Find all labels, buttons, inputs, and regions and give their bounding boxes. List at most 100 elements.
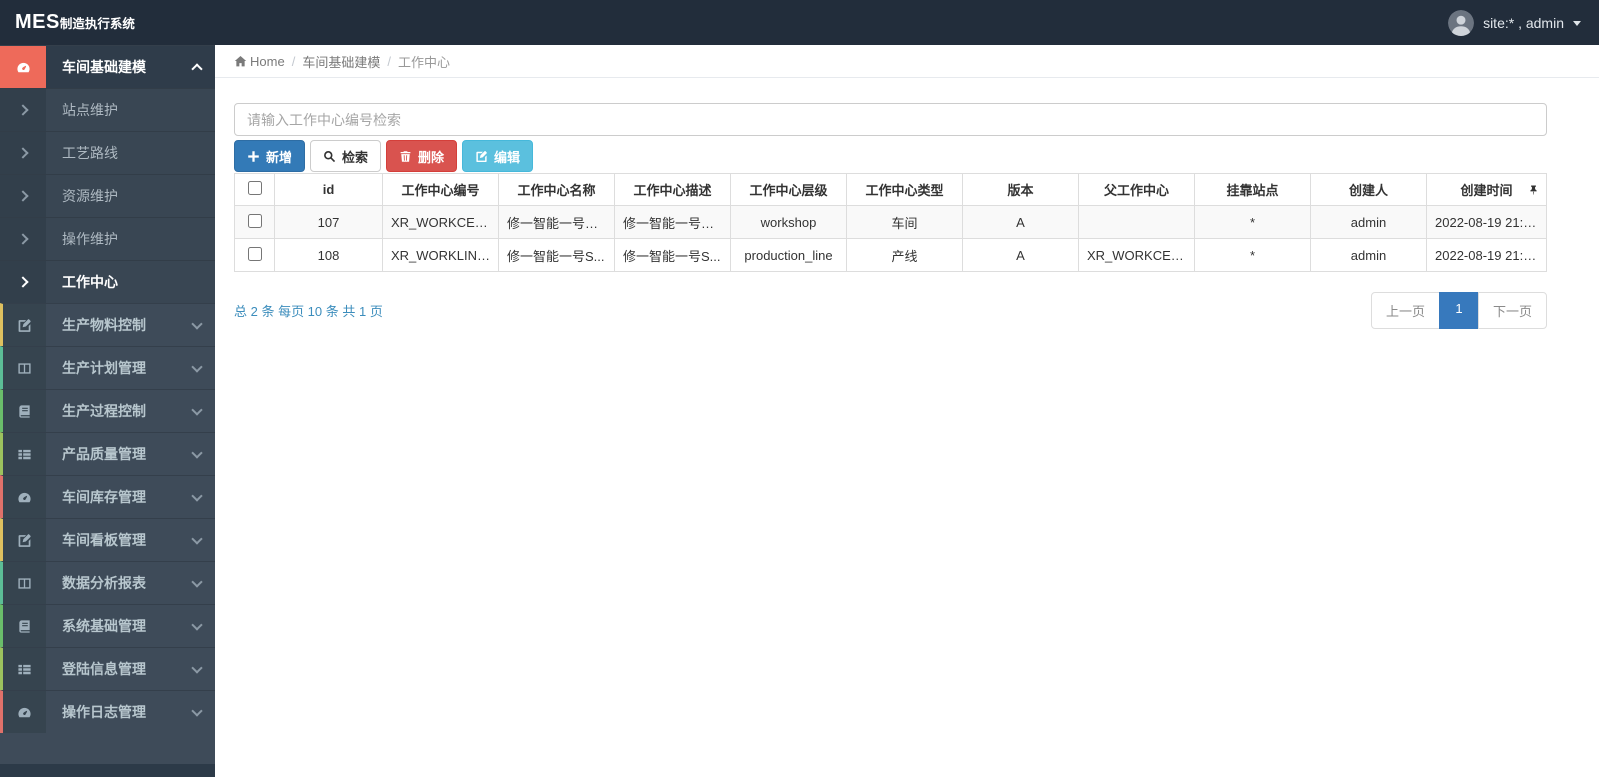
add-button-label: 新增: [266, 149, 293, 165]
page-1-button[interactable]: 1: [1438, 292, 1479, 329]
pagination-summary[interactable]: 总 2 条 每页 10 条 共 1 页: [234, 301, 383, 320]
gauge-icon: [0, 46, 46, 88]
columns-icon: [3, 562, 46, 604]
chevron-down-icon: [191, 532, 203, 545]
cell: workshop: [730, 205, 847, 239]
col-header-version[interactable]: 版本: [962, 173, 1079, 206]
sidebar-item-production-process-control[interactable]: 生产过程控制: [0, 389, 215, 432]
sidebar-item-login-info-management[interactable]: 登陆信息管理: [0, 647, 215, 690]
plus-icon: [248, 150, 259, 162]
col-header-code[interactable]: 工作中心编号: [382, 173, 499, 206]
breadcrumb-separator: /: [291, 53, 296, 69]
workcenter-table: id 工作中心编号 工作中心名称 工作中心描述 工作中心层级 工作中心类型 版本…: [234, 173, 1547, 272]
next-page-button[interactable]: 下一页: [1477, 292, 1547, 329]
search-button[interactable]: 检索: [310, 140, 382, 172]
delete-button[interactable]: 删除: [386, 140, 458, 172]
book-icon: [3, 390, 46, 432]
chevron-down-icon: [191, 704, 203, 717]
sidebar-item-product-quality-management[interactable]: 产品质量管理: [0, 432, 215, 475]
sidebar-subitem-station-maintenance[interactable]: 站点维护: [0, 88, 215, 131]
toolbar: 新增 检索 删除 编辑: [234, 140, 1547, 172]
col-header-created-label: 创建时间: [1460, 183, 1513, 198]
pin-icon: [1530, 185, 1537, 195]
chevron-down-icon: [191, 661, 203, 674]
table-row[interactable]: 108 XR_WORKLINE... 修一智能一号S... 修一智能一号S...…: [234, 238, 1547, 272]
sidebar-item-system-base-management[interactable]: 系统基础管理: [0, 604, 215, 647]
col-header-desc[interactable]: 工作中心描述: [614, 173, 731, 206]
sidebar-item-operation-log-management[interactable]: 操作日志管理: [0, 690, 215, 733]
sidebar-item-label: 登陆信息管理: [62, 661, 146, 677]
avatar: [1448, 9, 1475, 36]
table-row[interactable]: 107 XR_WORKCEN... 修一智能一号车间 修一智能一号车间 work…: [234, 205, 1547, 239]
cell: 修一智能一号S...: [498, 238, 615, 272]
gauge-icon: [3, 476, 46, 518]
row-checkbox[interactable]: [247, 246, 262, 261]
sidebar-item-label: 生产计划管理: [62, 360, 146, 376]
brand-bold: MES: [15, 11, 60, 33]
sidebar-bottom-strip: [0, 764, 215, 777]
pagination-buttons: 上一页 1 下一页: [1370, 292, 1547, 329]
search-input[interactable]: [234, 103, 1547, 136]
search-button-label: 检索: [342, 149, 369, 165]
breadcrumb-current: 工作中心: [397, 54, 450, 70]
col-header-id[interactable]: id: [274, 173, 383, 206]
col-header-level[interactable]: 工作中心层级: [730, 173, 847, 206]
sidebar-item-label: 系统基础管理: [62, 618, 146, 634]
col-header-station[interactable]: 挂靠站点: [1194, 173, 1311, 206]
row-checkbox[interactable]: [247, 213, 262, 228]
chevron-right-icon: [0, 175, 46, 217]
sidebar-item-label: 数据分析报表: [62, 575, 146, 591]
app-window: MES制造执行系统 site:* , admin 车间基础建模 站点维护 工艺路…: [0, 0, 1599, 777]
subitem-label: 站点维护: [62, 102, 118, 118]
edit-button[interactable]: 编辑: [462, 140, 534, 172]
cell: A: [962, 205, 1079, 239]
sidebar-item-label: 生产物料控制: [62, 317, 146, 333]
sidebar-subitem-resource-maintenance[interactable]: 资源维护: [0, 174, 215, 217]
chevron-right-icon: [0, 132, 46, 174]
chevron-right-icon: [0, 89, 46, 131]
col-header-created[interactable]: 创建时间: [1426, 173, 1547, 206]
sidebar-item-workshop-inventory-management[interactable]: 车间库存管理: [0, 475, 215, 518]
chevron-right-icon: [0, 261, 46, 303]
edit-button-label: 编辑: [494, 149, 521, 165]
sidebar-item-label: 操作日志管理: [62, 704, 146, 720]
add-button[interactable]: 新增: [234, 140, 306, 172]
breadcrumb-separator: /: [387, 53, 391, 69]
select-all-checkbox[interactable]: [247, 181, 262, 195]
cell: 车间: [846, 205, 963, 239]
subitem-label: 工艺路线: [62, 145, 118, 161]
col-header-name[interactable]: 工作中心名称: [498, 173, 615, 206]
sidebar-subitem-process-route[interactable]: 工艺路线: [0, 131, 215, 174]
sidebar-item-label: 车间基础建模: [62, 59, 146, 75]
sidebar-item-label: 生产过程控制: [62, 403, 146, 419]
sidebar-subitem-operation-maintenance[interactable]: 操作维护: [0, 217, 215, 260]
sidebar-subitem-work-center[interactable]: 工作中心: [0, 260, 215, 303]
sidebar-item-production-material-control[interactable]: 生产物料控制: [0, 303, 215, 346]
prev-page-button[interactable]: 上一页: [1370, 292, 1440, 329]
search-icon: [324, 150, 336, 162]
cell: 修一智能一号S...: [614, 238, 731, 272]
cell: XR_WORKCEN...: [1078, 238, 1195, 272]
main-content: Home / 车间基础建模 / 工作中心 新增 检索 删除: [215, 45, 1599, 777]
edit-square-icon: [3, 519, 46, 561]
book-icon: [3, 605, 46, 647]
sidebar-item-workshop-base-modeling[interactable]: 车间基础建模: [0, 45, 215, 88]
sidebar-item-data-analysis-reports[interactable]: 数据分析报表: [0, 561, 215, 604]
col-header-parent[interactable]: 父工作中心: [1078, 173, 1195, 206]
sidebar-item-label: 产品质量管理: [62, 446, 146, 462]
chevron-down-icon: [191, 360, 203, 373]
sidebar-item-production-plan-management[interactable]: 生产计划管理: [0, 346, 215, 389]
col-header-type[interactable]: 工作中心类型: [846, 173, 963, 206]
columns-icon: [3, 347, 46, 389]
cell: production_line: [730, 238, 847, 272]
cell: 107: [274, 205, 383, 239]
breadcrumb-section-link[interactable]: 车间基础建模: [302, 52, 380, 71]
col-header-creator[interactable]: 创建人: [1310, 173, 1427, 206]
user-menu[interactable]: site:* , admin: [1430, 0, 1599, 45]
breadcrumb-home-link[interactable]: Home: [234, 54, 285, 69]
brand-rest: 制造执行系统: [59, 17, 135, 31]
edit-icon: [476, 150, 487, 162]
cell: 产线: [846, 238, 963, 272]
cell: A: [962, 238, 1079, 272]
sidebar-item-workshop-kanban-management[interactable]: 车间看板管理: [0, 518, 215, 561]
